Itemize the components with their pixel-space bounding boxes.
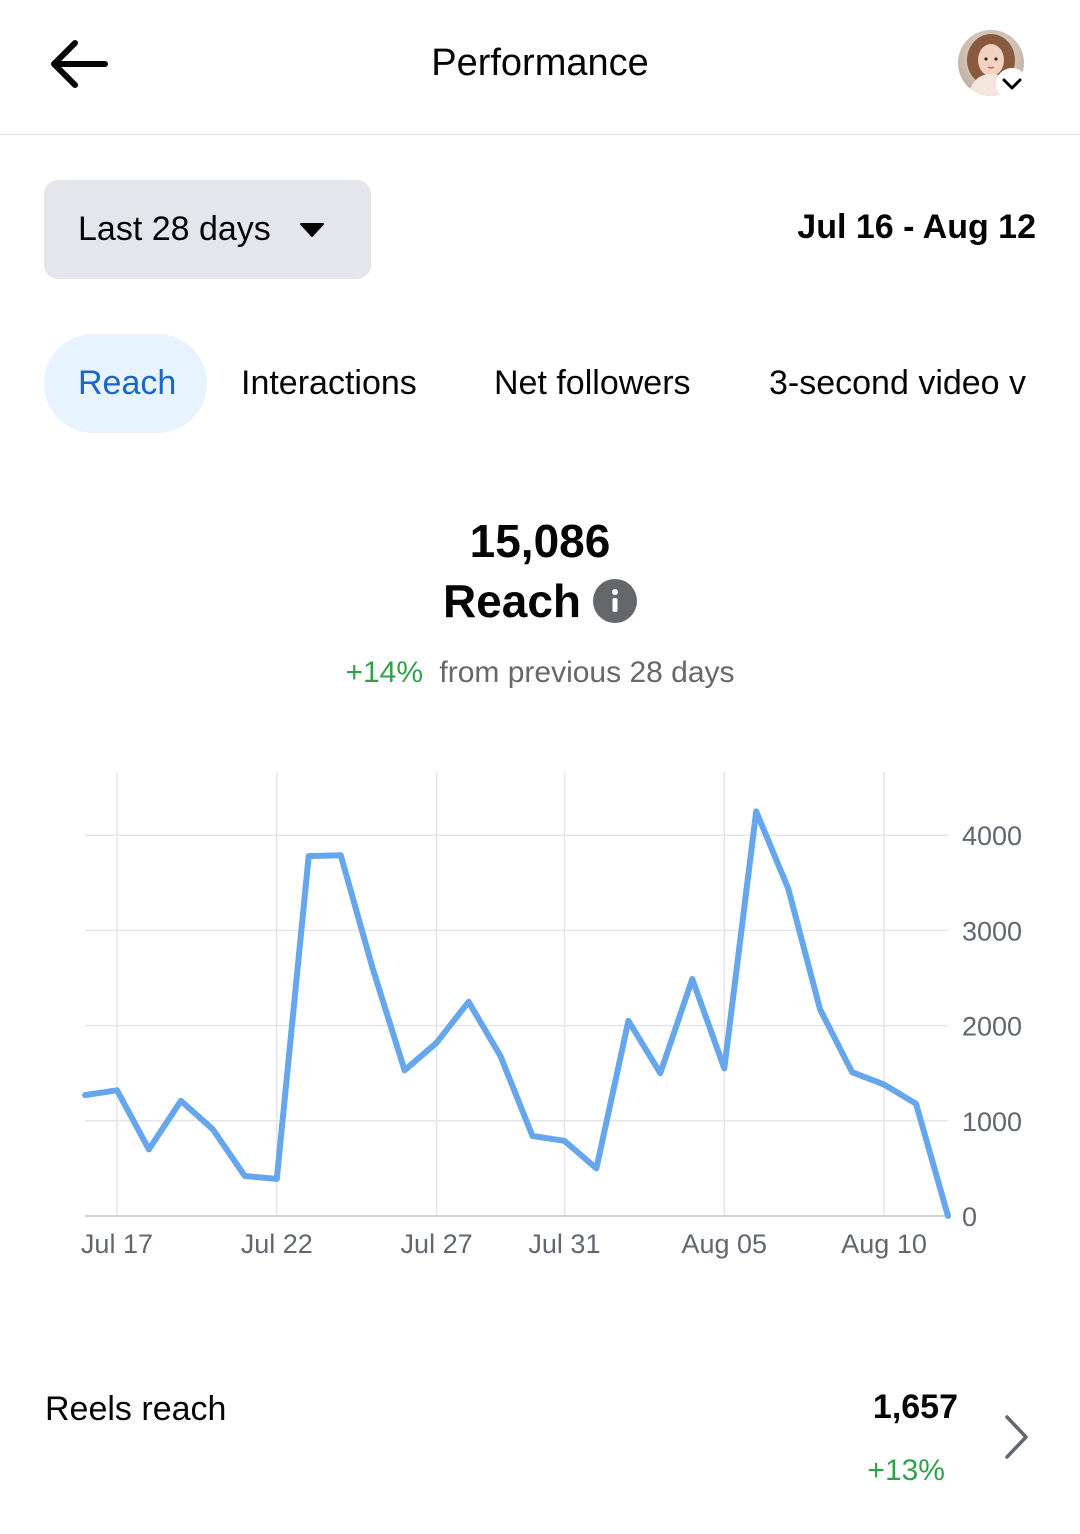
metric-value: 15,086 [469, 515, 611, 567]
tab-interactions[interactable]: Interactions [241, 334, 417, 433]
change-description: from previous 28 days [439, 656, 735, 689]
profile-menu-badge [996, 68, 1028, 100]
reach-series-line [82, 808, 951, 1219]
caret-down-icon [299, 222, 325, 238]
date-range-dropdown-label: Last 28 days [78, 210, 271, 248]
profile-switcher[interactable] [958, 30, 1028, 100]
chevron-down-icon [1002, 78, 1022, 90]
x-tick-label: Jul 17 [81, 1229, 153, 1259]
metric-tabs: Reach Interactions Net followers 3-secon… [44, 334, 1080, 433]
x-tick-label: Jul 27 [401, 1229, 473, 1259]
reels-reach-label: Reels reach [45, 1390, 227, 1428]
date-range-text: Jul 16 - Aug 12 [797, 208, 1036, 246]
reels-reach-row[interactable]: Reels reach 1,657 +13% [0, 1370, 1080, 1510]
header-bar: Performance [0, 0, 1080, 135]
reels-reach-value: 1,657 [872, 1388, 958, 1426]
metric-name-row: Reach [0, 574, 1080, 628]
x-tick-label: Aug 10 [841, 1229, 927, 1259]
metric-name: Reach [442, 575, 582, 627]
x-tick-label: Jul 22 [241, 1229, 313, 1259]
tab-net-followers[interactable]: Net followers [494, 334, 691, 433]
metric-change: +14% from previous 28 days [0, 656, 1080, 690]
reach-line-chart: 0 1000 2000 3000 4000 Jul 17 Jul 22 Jul 27 Jul … [81, 772, 1022, 1259]
page-title: Performance [431, 42, 649, 84]
tab-reach[interactable]: Reach [44, 334, 207, 433]
tab-3-second-video-views[interactable]: 3-second video v [769, 334, 1026, 433]
y-tick-label: 3000 [962, 916, 1022, 946]
y-tick-label: 0 [962, 1202, 977, 1232]
chevron-right-icon [1000, 1412, 1032, 1467]
x-tick-label: Aug 05 [681, 1229, 767, 1259]
reels-reach-change: +13% [867, 1454, 945, 1487]
y-tick-label: 2000 [962, 1012, 1022, 1042]
info-icon[interactable] [593, 579, 638, 623]
date-range-dropdown[interactable]: Last 28 days [44, 180, 371, 279]
y-tick-label: 1000 [962, 1107, 1022, 1137]
y-tick-label: 4000 [962, 821, 1022, 851]
x-tick-label: Jul 31 [528, 1229, 600, 1259]
change-percent: +14% [345, 656, 424, 689]
